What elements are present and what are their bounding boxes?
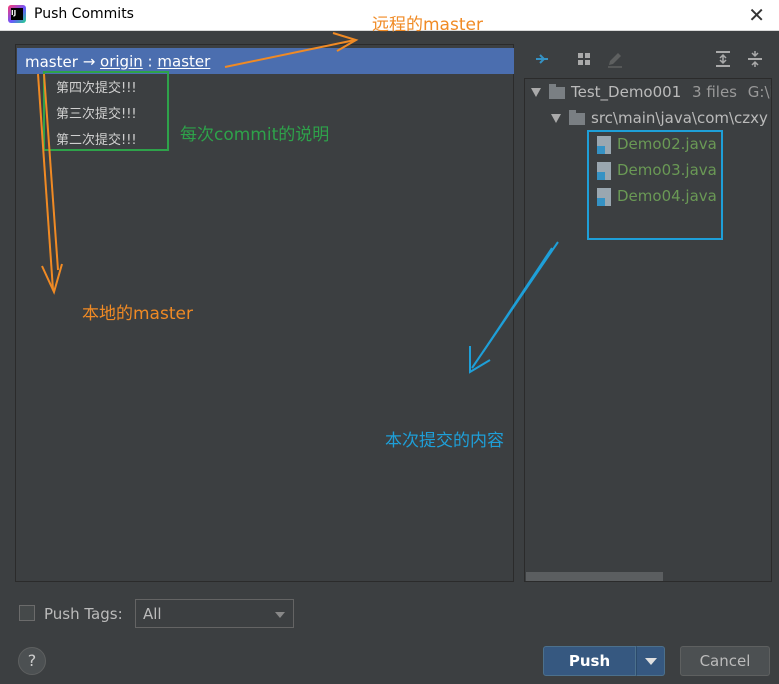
local-branch: master [25, 52, 78, 71]
folder-icon [549, 83, 565, 99]
remote-branch-link[interactable]: master [157, 53, 210, 71]
project-path: G:\id [747, 83, 771, 101]
file-count: 3 files [692, 83, 738, 101]
project-node[interactable]: Test_Demo001 3 files G:\id [531, 83, 771, 101]
group-by-icon[interactable] [575, 50, 593, 68]
close-icon[interactable]: ✕ [748, 3, 765, 27]
project-name: Test_Demo001 [571, 83, 682, 101]
annotation-commit-desc: 每次commit的说明 [180, 125, 330, 145]
tags-select-value: All [143, 605, 162, 623]
folder-name: src\main\java\com\czxy [591, 109, 768, 127]
collapse-all-icon[interactable] [746, 50, 764, 68]
separator: : [147, 52, 153, 71]
horizontal-scrollbar[interactable] [526, 572, 663, 581]
arrow-glyph: → [82, 52, 96, 71]
collapse-icon[interactable] [533, 50, 551, 68]
cancel-button[interactable]: Cancel [680, 646, 770, 676]
push-button[interactable]: Push [543, 646, 636, 676]
files-highlight-box [587, 130, 723, 240]
chevron-down-icon[interactable] [551, 114, 561, 123]
push-dropdown-button[interactable] [636, 646, 665, 676]
window-title: Push Commits [34, 6, 134, 22]
folder-icon [569, 109, 585, 125]
edit-icon[interactable] [606, 50, 624, 68]
expand-all-icon[interactable] [714, 50, 732, 68]
folder-node[interactable]: src\main\java\com\czxy [551, 109, 768, 127]
remote-link[interactable]: origin [100, 53, 143, 71]
chevron-down-icon [275, 612, 285, 618]
annotation-commit-content: 本次提交的内容 [385, 431, 504, 451]
tags-select[interactable]: All [135, 599, 294, 628]
annotation-local-master: 本地的master [82, 304, 193, 324]
chevron-down-icon[interactable] [531, 88, 541, 97]
commit-highlight-box [43, 71, 169, 151]
app-icon [8, 5, 26, 23]
annotation-remote-master: 远程的master [372, 15, 483, 35]
help-icon[interactable]: ? [18, 647, 46, 675]
push-tags-label: Push Tags: [44, 605, 123, 623]
push-tags-checkbox[interactable] [19, 605, 35, 621]
